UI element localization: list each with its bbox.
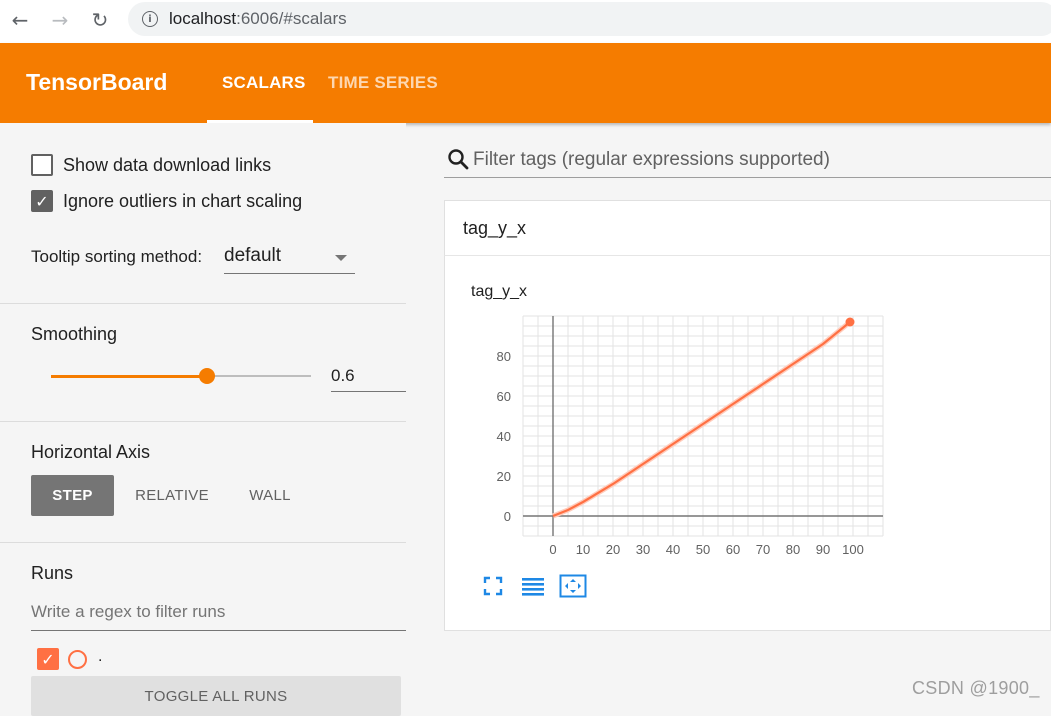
chart-title: tag_y_x: [471, 283, 528, 300]
smoothing-slider-fill: [51, 375, 207, 378]
scalar-chart[interactable]: 0 10 20 30 40 50 60 70 80 90 100 0 20 40 60 80: [475, 311, 895, 571]
run-color-swatch[interactable]: [68, 650, 87, 669]
scalar-card: tag_y_x 0 10 20 30 40 50 60 70 80 90 100 0 20 40 60 80: [444, 256, 1051, 631]
x-tick-label: 60: [726, 542, 740, 557]
smoothing-title: Smoothing: [31, 324, 118, 344]
tooltip-sorting-value: default: [224, 245, 282, 266]
tooltip-sorting-label: Tooltip sorting method:: [31, 247, 203, 266]
x-tick-label: 50: [696, 542, 710, 557]
tab-scalars[interactable]: SCALARS: [222, 73, 306, 93]
series-end-point: [845, 317, 855, 327]
toggle-all-runs-button[interactable]: TOGGLE ALL RUNS: [31, 676, 401, 716]
x-tick-label: 20: [606, 542, 620, 557]
dropdown-arrow-icon: [335, 255, 347, 261]
x-tick-label: 30: [636, 542, 650, 557]
address-bar[interactable]: i localhost:6006/#scalars: [128, 2, 1051, 36]
show-download-row[interactable]: Show data download links: [31, 154, 271, 176]
forward-icon[interactable]: →: [40, 0, 80, 40]
divider: [0, 421, 406, 422]
show-download-checkbox[interactable]: [31, 154, 53, 176]
fullscreen-icon[interactable]: [479, 573, 507, 599]
divider: [0, 303, 406, 304]
axis-wall-button[interactable]: WALL: [232, 475, 308, 516]
runs-filter-input[interactable]: Write a regex to filter runs: [31, 602, 406, 631]
x-tick-label: 10: [576, 542, 590, 557]
reload-icon[interactable]: ↻: [80, 0, 120, 40]
y-tick-label: 20: [497, 469, 511, 484]
horizontal-axis-title: Horizontal Axis: [31, 442, 151, 462]
y-tick-label: 80: [497, 349, 511, 364]
ignore-outliers-row[interactable]: ✓ Ignore outliers in chart scaling: [31, 190, 302, 212]
browser-toolbar: ← → ↻ i localhost:6006/#scalars: [0, 0, 1051, 43]
tag-filter-placeholder: Filter tags (regular expressions support…: [473, 149, 830, 170]
tag-group-header[interactable]: tag_y_x: [444, 200, 1051, 256]
axis-relative-button[interactable]: RELATIVE: [128, 475, 216, 516]
chart-toolbar: [479, 573, 587, 599]
toggle-log-scale-icon[interactable]: [519, 573, 547, 599]
divider: [0, 542, 406, 543]
show-download-label: Show data download links: [63, 154, 272, 175]
y-tick-label: 0: [504, 509, 511, 524]
info-icon[interactable]: i: [142, 11, 158, 27]
smoothing-input[interactable]: 0.6: [331, 363, 406, 392]
x-tick-label: 40: [666, 542, 680, 557]
x-tick-label: 100: [842, 542, 864, 557]
watermark: CSDN @1900_: [912, 678, 1040, 698]
tab-time-series[interactable]: TIME SERIES: [328, 73, 438, 93]
run-name: .: [98, 648, 103, 665]
y-tick-label: 60: [497, 389, 511, 404]
ignore-outliers-checkbox[interactable]: ✓: [31, 190, 53, 212]
app-logo: TensorBoard: [26, 69, 168, 95]
tooltip-sorting-select[interactable]: default: [224, 243, 355, 274]
url-text: localhost:6006/#scalars: [169, 9, 347, 28]
app-header: TensorBoard SCALARS TIME SERIES: [0, 43, 1051, 123]
search-icon: [448, 149, 469, 170]
smoothing-slider-thumb[interactable]: [199, 368, 215, 384]
sidebar: Show data download links ✓ Ignore outlie…: [0, 123, 406, 716]
x-tick-label: 0: [549, 542, 556, 557]
tag-group-title: tag_y_x: [463, 218, 527, 238]
x-tick-label: 90: [816, 542, 830, 557]
back-icon[interactable]: ←: [0, 0, 40, 40]
y-tick-label: 40: [497, 429, 511, 444]
ignore-outliers-label: Ignore outliers in chart scaling: [63, 190, 303, 211]
x-tick-label: 80: [786, 542, 800, 557]
runs-title: Runs: [31, 563, 74, 583]
x-tick-label: 70: [756, 542, 770, 557]
run-checkbox[interactable]: ✓: [37, 648, 59, 670]
axis-step-button[interactable]: STEP: [31, 475, 114, 516]
tag-filter[interactable]: Filter tags (regular expressions support…: [444, 143, 1051, 178]
fit-domain-icon[interactable]: [559, 573, 587, 599]
